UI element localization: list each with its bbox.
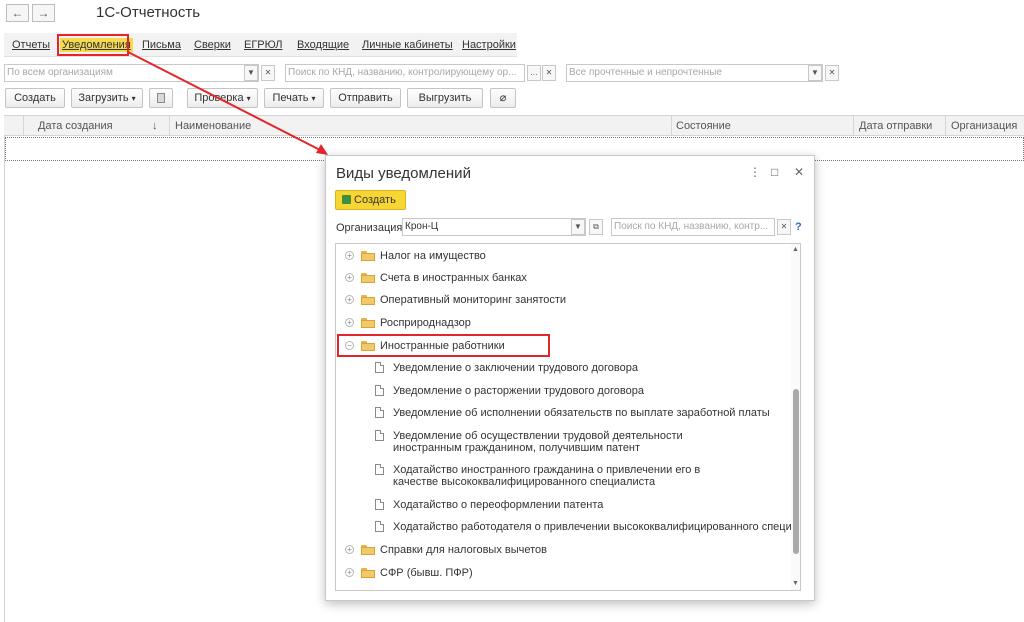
document-icon: [375, 464, 384, 475]
organization-label: Организация:: [336, 222, 406, 234]
dialog-create-button[interactable]: Создать: [335, 190, 406, 210]
maximize-icon[interactable]: □: [771, 165, 778, 179]
notification-types-tree: + Налог на имущество + Счета в иностранн…: [335, 243, 801, 591]
clear-icon[interactable]: ✕: [777, 219, 791, 235]
document-icon: [375, 499, 384, 510]
folder-icon: [361, 295, 375, 305]
folder-icon: [361, 318, 375, 328]
expand-icon[interactable]: +: [345, 318, 354, 327]
document-icon: [375, 362, 384, 373]
expand-icon[interactable]: +: [345, 251, 354, 260]
expand-icon[interactable]: +: [345, 568, 354, 577]
notification-types-dialog: Виды уведомлений ⋮ □ ✕ Создать Организац…: [325, 155, 815, 601]
tree-folder[interactable]: + Справки для налоговых вычетов: [336, 539, 791, 561]
folder-icon: [361, 251, 375, 261]
document-icon: [375, 385, 384, 396]
expand-icon[interactable]: +: [345, 273, 354, 282]
document-icon: [375, 521, 384, 532]
add-icon: [342, 195, 351, 204]
folder-icon: [361, 590, 375, 591]
scroll-up-icon[interactable]: ▲: [792, 246, 799, 253]
tree-folder[interactable]: + Налог на имущество: [336, 245, 791, 267]
help-icon[interactable]: ?: [795, 221, 802, 233]
chevron-down-icon[interactable]: ▼: [571, 219, 585, 235]
tree-document[interactable]: Ходатайство работодателя о привлечении в…: [336, 516, 800, 538]
open-icon[interactable]: ⧉: [589, 219, 603, 235]
tree-scrollbar[interactable]: ▲ ▼: [791, 244, 800, 590]
dialog-search-input[interactable]: Поиск по КНД, названию, контр...: [611, 218, 775, 236]
expand-icon[interactable]: +: [345, 590, 354, 591]
tree-document[interactable]: Уведомление об исполнении обязательств п…: [336, 402, 791, 424]
tree-document[interactable]: Уведомление о расторжении трудового дого…: [336, 380, 791, 402]
tree-document[interactable]: Ходатайство иностранного гражданина о пр…: [336, 459, 791, 492]
scrollbar-thumb[interactable]: [793, 389, 799, 554]
tree-folder[interactable]: + Счета в иностранных банках: [336, 267, 791, 289]
tree-folder[interactable]: + СФР (бывш. ПФР): [336, 562, 791, 584]
expand-icon[interactable]: +: [345, 295, 354, 304]
scroll-down-icon[interactable]: ▼: [792, 580, 799, 587]
document-icon: [375, 430, 384, 441]
more-options-icon[interactable]: ⋮: [749, 165, 761, 179]
tree-document[interactable]: Уведомление о заключении трудового догов…: [336, 357, 791, 379]
tree-folder[interactable]: + Оперативный мониторинг занятости: [336, 289, 791, 311]
tree-folder[interactable]: + Росприроднадзор: [336, 312, 791, 334]
folder-icon: [361, 545, 375, 555]
tree-folder[interactable]: +: [336, 584, 791, 591]
tree-document[interactable]: Ходатайство о переоформлении патента: [336, 494, 791, 516]
close-icon[interactable]: ✕: [794, 165, 804, 179]
highlight-frame-foreign-workers: [337, 334, 550, 357]
folder-icon: [361, 568, 375, 578]
document-icon: [375, 407, 384, 418]
expand-icon[interactable]: +: [345, 545, 354, 554]
folder-icon: [361, 273, 375, 283]
dialog-title: Виды уведомлений: [336, 165, 471, 182]
tree-document[interactable]: Уведомление об осуществлении трудовой де…: [336, 425, 791, 458]
organization-field[interactable]: Крон-Ц: [402, 218, 586, 236]
